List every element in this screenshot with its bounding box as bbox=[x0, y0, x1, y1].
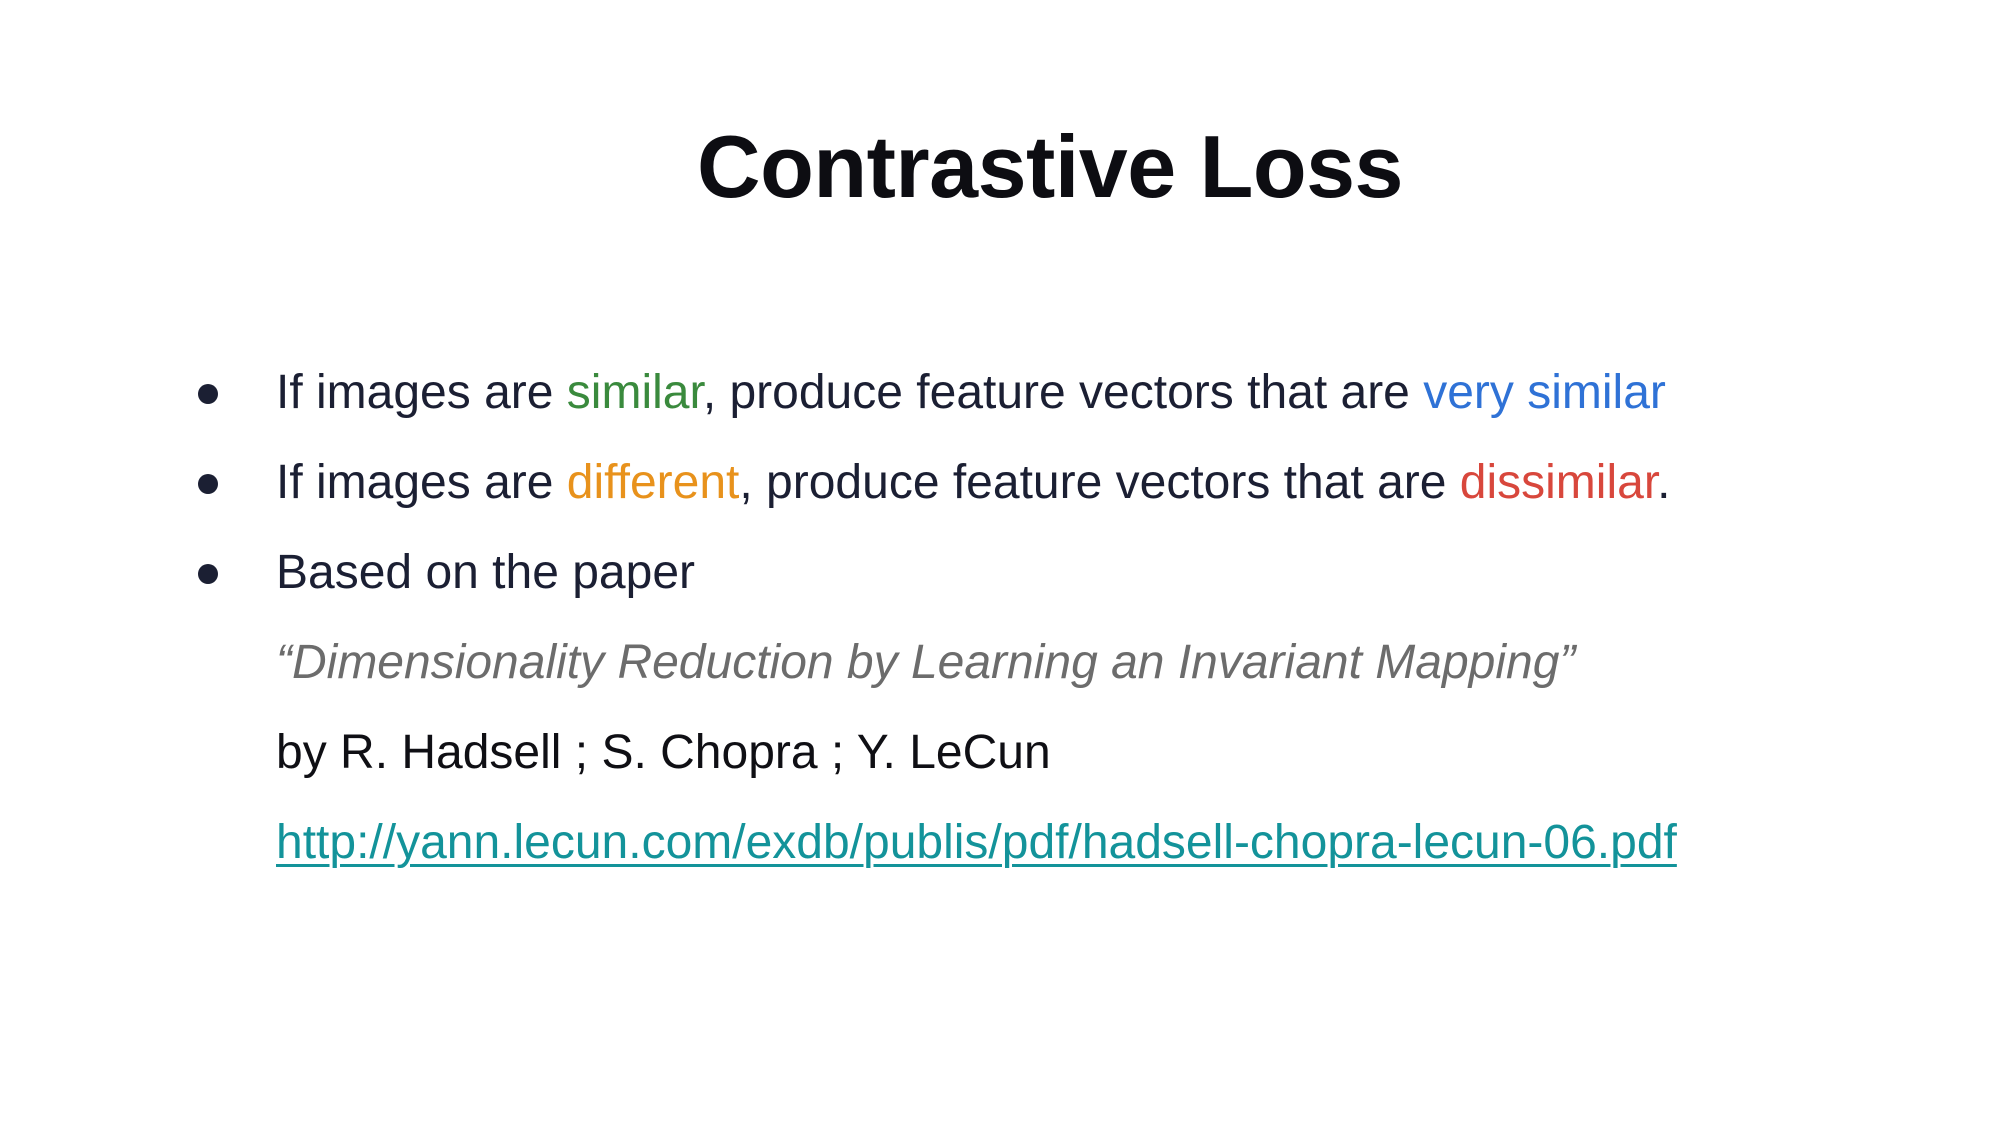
bullet-prefix: If images are bbox=[276, 456, 567, 509]
bullet-middle: , produce feature vectors that are bbox=[739, 456, 1460, 509]
bullet-item-different: If images are different, produce feature… bbox=[198, 448, 1958, 538]
highlight-very-similar: very similar bbox=[1423, 366, 1666, 419]
bullet-text: If images are different, produce feature… bbox=[276, 448, 1671, 518]
highlight-similar: similar bbox=[566, 366, 703, 419]
bullet-text: If images are similar, produce feature v… bbox=[276, 358, 1666, 428]
link-line: http://yann.lecun.com/exdb/publis/pdf/ha… bbox=[198, 808, 1958, 898]
bullet-dot-icon bbox=[198, 384, 218, 404]
paper-link[interactable]: http://yann.lecun.com/exdb/publis/pdf/ha… bbox=[276, 808, 1677, 878]
authors-line: by R. Hadsell ; S. Chopra ; Y. LeCun bbox=[198, 718, 1958, 808]
bullet-dot-icon bbox=[198, 474, 218, 494]
bullet-text: Based on the paper bbox=[276, 546, 695, 599]
highlight-dissimilar: dissimilar bbox=[1459, 456, 1658, 509]
bullet-suffix: . bbox=[1657, 456, 1671, 509]
highlight-different: different bbox=[566, 456, 740, 509]
slide-content: If images are similar, produce feature v… bbox=[198, 358, 1958, 898]
paper-title: “Dimensionality Reduction by Learning an… bbox=[276, 636, 1576, 689]
slide-title: Contrastive Loss bbox=[697, 117, 1403, 216]
bullet-dot-icon bbox=[198, 564, 218, 584]
paper-authors: by R. Hadsell ; S. Chopra ; Y. LeCun bbox=[276, 726, 1051, 779]
slide: Contrastive Loss If images are similar, … bbox=[0, 0, 2000, 1125]
bullet-item-paper: Based on the paper bbox=[198, 538, 1958, 628]
bullet-prefix: If images are bbox=[276, 366, 567, 419]
bullet-middle: , produce feature vectors that are bbox=[702, 366, 1424, 419]
bullet-item-similar: If images are similar, produce feature v… bbox=[198, 358, 1958, 448]
paper-title-line: “Dimensionality Reduction by Learning an… bbox=[198, 628, 1958, 718]
